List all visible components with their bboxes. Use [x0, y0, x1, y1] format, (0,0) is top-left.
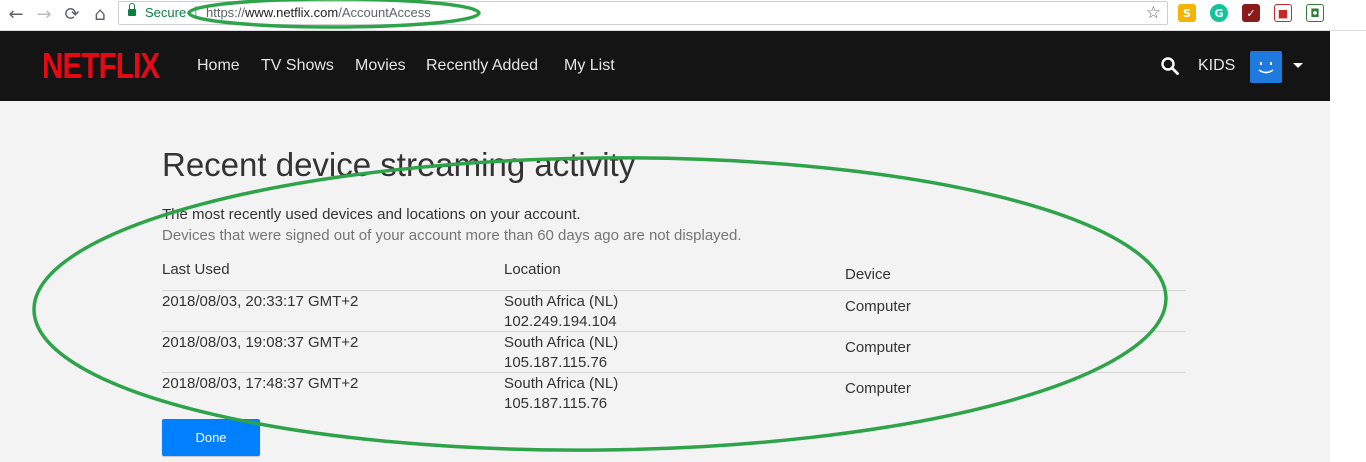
- bookmark-star-icon[interactable]: ☆: [1146, 3, 1161, 23]
- search-icon[interactable]: [1160, 56, 1180, 76]
- url-host: www.netflix.com: [245, 5, 339, 20]
- profile-dropdown-caret-icon[interactable]: [1293, 63, 1303, 68]
- page-subtitle: The most recently used devices and locat…: [162, 206, 581, 223]
- netflix-header: NETFLIX Home TV Shows Movies Recently Ad…: [0, 31, 1330, 101]
- url-separator: |: [194, 3, 198, 19]
- page-note: Devices that were signed out of your acc…: [162, 227, 742, 244]
- extension-square-icon[interactable]: ■: [1274, 4, 1292, 22]
- cell-device: Computer: [845, 298, 911, 315]
- nav-my-list[interactable]: My List: [564, 57, 615, 75]
- table-row: 2018/08/03, 20:33:17 GMT+2 South Africa …: [162, 290, 1186, 331]
- netflix-logo[interactable]: NETFLIX: [42, 45, 160, 87]
- back-icon[interactable]: ←: [4, 2, 28, 26]
- grammarly-icon[interactable]: G: [1210, 4, 1228, 22]
- cell-ip-address: 105.187.115.76: [504, 395, 608, 412]
- main-content: Recent device streaming activity The mos…: [0, 101, 1330, 462]
- extension-box-icon[interactable]: ◘: [1306, 4, 1324, 22]
- cell-ip-address: 105.187.115.76: [504, 354, 608, 371]
- address-bar[interactable]: Secure | https://www.netflix.com/Account…: [118, 1, 1168, 25]
- screenshot-root: ← → ⟳ ⌂ Secure | https://www.netflix.com…: [0, 0, 1366, 462]
- url-scheme: https://: [206, 5, 246, 20]
- done-button[interactable]: Done: [162, 419, 260, 456]
- nav-recently-added[interactable]: Recently Added: [426, 57, 538, 75]
- browser-toolbar: ← → ⟳ ⌂ Secure | https://www.netflix.com…: [0, 0, 1366, 31]
- cell-device: Computer: [845, 339, 911, 356]
- forward-icon[interactable]: →: [32, 2, 56, 26]
- nav-movies[interactable]: Movies: [355, 57, 406, 75]
- cell-location: South Africa (NL): [504, 293, 619, 310]
- column-header-device: Device: [845, 266, 891, 283]
- cell-device: Computer: [845, 380, 911, 397]
- lock-icon: [128, 3, 136, 17]
- smiley-face-icon: [1258, 62, 1274, 74]
- url-text[interactable]: https://www.netflix.com/AccountAccess: [206, 5, 431, 20]
- cell-last-used: 2018/08/03, 20:33:17 GMT+2: [162, 293, 359, 310]
- column-header-last-used: Last Used: [162, 261, 230, 278]
- url-path: /AccountAccess: [338, 5, 431, 20]
- nav-tv-shows[interactable]: TV Shows: [261, 57, 334, 75]
- page-title: Recent device streaming activity: [162, 146, 636, 183]
- column-header-location: Location: [504, 261, 561, 278]
- extension-check-icon[interactable]: ✓: [1242, 4, 1260, 22]
- secure-label: Secure: [145, 5, 187, 20]
- table-row: 2018/08/03, 17:48:37 GMT+2 South Africa …: [162, 372, 1186, 413]
- cell-last-used: 2018/08/03, 19:08:37 GMT+2: [162, 334, 359, 351]
- reload-icon[interactable]: ⟳: [60, 2, 84, 26]
- extension-s-icon[interactable]: S: [1178, 4, 1196, 22]
- table-row: 2018/08/03, 19:08:37 GMT+2 South Africa …: [162, 331, 1186, 372]
- cell-ip-address: 102.249.194.104: [504, 313, 617, 330]
- cell-last-used: 2018/08/03, 17:48:37 GMT+2: [162, 375, 359, 392]
- cell-location: South Africa (NL): [504, 334, 619, 351]
- nav-home[interactable]: Home: [197, 57, 240, 75]
- home-icon[interactable]: ⌂: [88, 2, 112, 26]
- cell-location: South Africa (NL): [504, 375, 619, 392]
- profile-avatar[interactable]: [1250, 51, 1282, 83]
- kids-link[interactable]: KIDS: [1198, 57, 1235, 75]
